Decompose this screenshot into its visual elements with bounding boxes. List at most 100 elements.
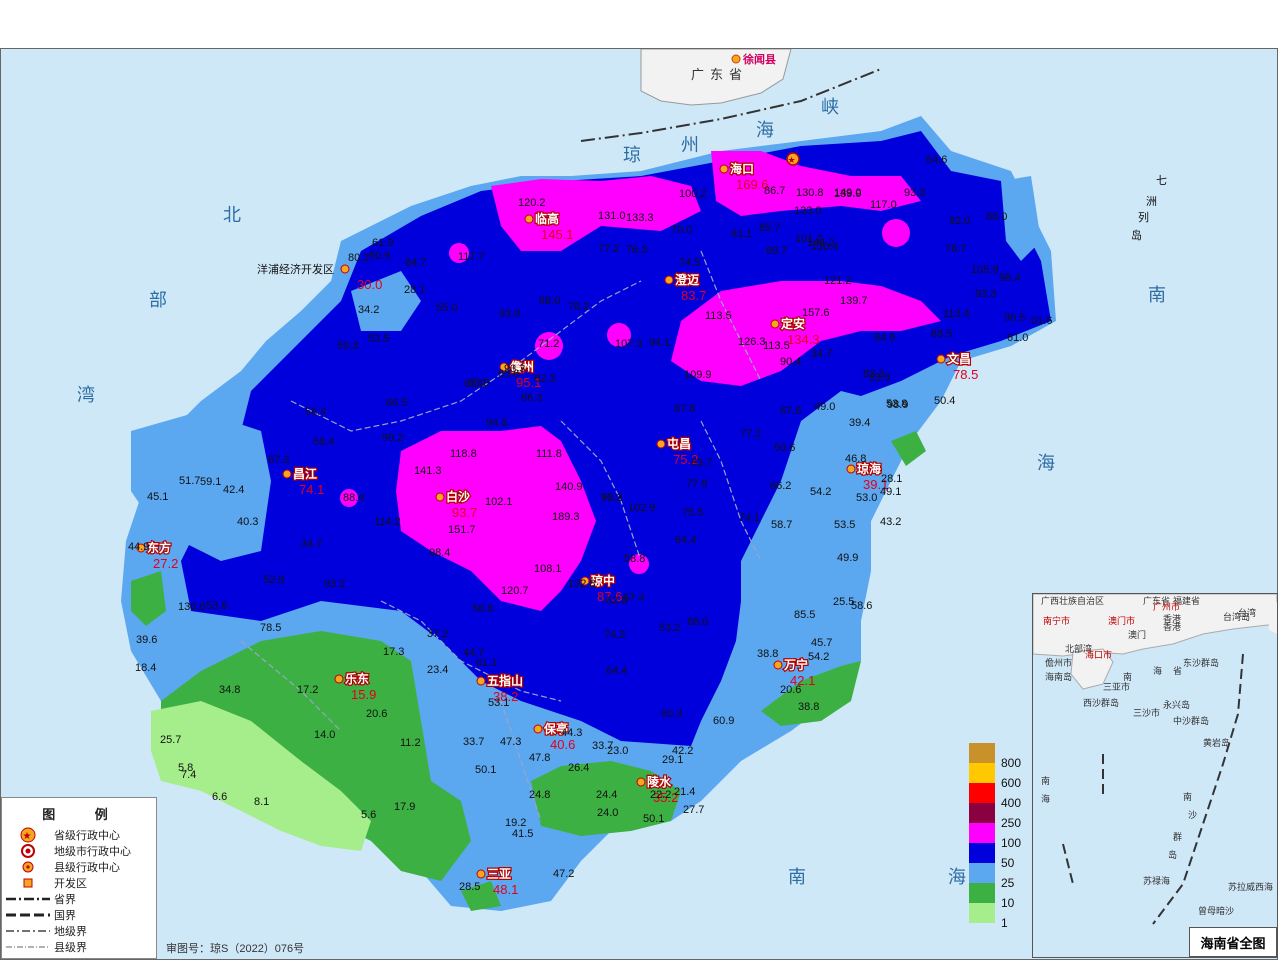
station-rainfall-value: 24.4 (596, 789, 617, 801)
scale-swatch (969, 783, 995, 803)
station-rainfall-value: 55.0 (436, 302, 457, 314)
city-rainfall-value: 93.7 (452, 505, 477, 520)
approval-number: 审图号：琼S（2022）076号 (166, 943, 305, 955)
island-label: 洲 (1146, 196, 1157, 208)
station-rainfall-value: 46.8 (845, 453, 866, 465)
station-rainfall-value: 111.8 (536, 448, 562, 460)
inset-label: 西沙群岛 (1083, 697, 1119, 708)
station-rainfall-value: 34.7 (811, 348, 832, 360)
city-rainfall-value: 83.7 (681, 288, 706, 303)
inset-map[interactable]: 广西壮族自治区 广东省 福建省 台湾 南宁市 广州市 澳门市 香港 澳门 香港 台湾岛 北部湾 海口市儋… (1032, 593, 1278, 958)
county-center-icon (664, 275, 674, 285)
scale-swatch (969, 763, 995, 783)
station-rainfall-value: 54.2 (810, 486, 831, 498)
inset-taiwan (1268, 602, 1277, 634)
station-rainfall-value: 113.4 (943, 308, 970, 320)
station-rainfall-value: 45.1 (147, 491, 168, 503)
station-rainfall-value: 65.6 (498, 368, 519, 380)
scale-step: 800 (969, 743, 1029, 770)
station-rainfall-value: 50.1 (643, 813, 664, 825)
station-rainfall-value: 11.2 (400, 737, 421, 749)
station-rainfall-value: 157.6 (802, 307, 830, 319)
county-center-icon (846, 464, 856, 474)
station-rainfall-value: 151.7 (448, 524, 476, 536)
city-rainfall-value: 40.6 (550, 737, 575, 752)
station-rainfall-value: 58.8 (472, 603, 493, 615)
station-rainfall-value: 17.3 (383, 646, 404, 658)
scale-label: 100 (1001, 836, 1022, 850)
inset-label: 三亚市 (1103, 681, 1130, 692)
inset-label: 南 (1041, 775, 1050, 786)
inset-label: 海南岛 (1045, 671, 1072, 682)
inset-label: 澳门 (1128, 629, 1146, 640)
legend-item: 县级界 (2, 939, 156, 955)
station-rainfall-value: 99.2 (382, 432, 403, 444)
inset-label: 东沙群岛 (1183, 657, 1219, 668)
county-center-icon (282, 469, 292, 479)
sea-label: 湾 (77, 385, 97, 405)
station-rainfall-value: 102.1 (485, 496, 513, 508)
city-rainfall-value: 78.5 (953, 367, 978, 382)
station-rainfall-value: 8.1 (254, 796, 269, 808)
station-rainfall-value: 83.7 (691, 457, 712, 469)
county-center-icon (719, 164, 729, 174)
station-rainfall-value: 25.7 (160, 734, 181, 746)
inset-label: 沙 (1188, 810, 1197, 820)
prefecture-center-icon (21, 844, 35, 858)
station-rainfall-value: 70.0 (671, 224, 692, 236)
station-rainfall-value: 34.7 (301, 538, 322, 550)
station-rainfall-value: 18.4 (135, 662, 156, 674)
station-rainfall-value: 64.6 (926, 154, 947, 166)
city-name: 五指山 (487, 673, 523, 688)
inset-label: 省 (1173, 665, 1182, 676)
inset-title: 海南省全图 (1189, 927, 1277, 957)
station-rainfall-value: 82.0 (949, 215, 970, 227)
inset-label: 南 (1123, 671, 1132, 682)
city-name: 洋浦经济开发区 (257, 262, 334, 276)
station-rainfall-value: 133.0 (794, 205, 822, 217)
station-rainfall-value: 131.0 (598, 210, 626, 222)
station-rainfall-value: 60.9 (713, 715, 734, 727)
magenta-spot (882, 219, 910, 247)
sea-label: 海 (948, 867, 968, 887)
island-label: 岛 (1131, 228, 1142, 242)
station-rainfall-value: 81.1 (731, 228, 752, 240)
station-rainfall-value: 58.7 (771, 519, 792, 531)
city-rainfall-value: 15.9 (351, 687, 376, 702)
legend-item: 地级界 (2, 923, 156, 939)
station-rainfall-value: 78.5 (260, 622, 281, 634)
station-rainfall-value: 86.7 (764, 185, 785, 197)
county-center-icon (770, 319, 780, 329)
color-scale-legend: 800 600 400 250 100 50 25 10 1 (969, 743, 1029, 930)
inset-label: 苏拉威西海 (1228, 881, 1273, 892)
county-center-icon (731, 54, 741, 64)
station-rainfall-value: 94.6 (486, 417, 507, 429)
station-rainfall-value: 71.2 (538, 338, 559, 350)
station-rainfall-value: 93.2 (324, 578, 345, 590)
county-line-icon (6, 946, 50, 948)
station-rainfall-value: 53.5 (368, 333, 389, 345)
station-rainfall-value: 85.5 (794, 609, 815, 621)
station-rainfall-value: 114.2 (374, 516, 401, 528)
inset-boundary (1062, 754, 1104, 885)
scale-label: 25 (1001, 876, 1015, 890)
station-rainfall-value: 50.4 (934, 395, 955, 407)
city-name: 乐东 (345, 671, 369, 686)
station-rainfall-value: 102.9 (628, 502, 656, 514)
station-rainfall-value: 01.6 (1031, 315, 1052, 327)
scale-step: 1 (969, 903, 1029, 930)
inset-label: 海 (1153, 665, 1162, 676)
city-name: 三亚 (487, 867, 511, 881)
county-center-icon (636, 777, 646, 787)
station-rainfall-value: 34.2 (358, 304, 379, 316)
legend-item: ★ 省级行政中心 (2, 827, 156, 843)
station-rainfall-value: 17.2 (297, 684, 318, 696)
station-rainfall-value: 37.2 (427, 628, 448, 640)
inset-label: 黄岩岛 (1203, 737, 1230, 748)
station-rainfall-value: 67.3 (268, 454, 289, 466)
city-name: 陵水 (647, 774, 672, 789)
station-rainfall-value: 90.5 (1004, 312, 1025, 324)
station-rainfall-value: 93.9 (499, 308, 520, 320)
station-rainfall-value: 53.1 (488, 697, 509, 709)
station-rainfall-value: 67.6 (780, 405, 801, 417)
